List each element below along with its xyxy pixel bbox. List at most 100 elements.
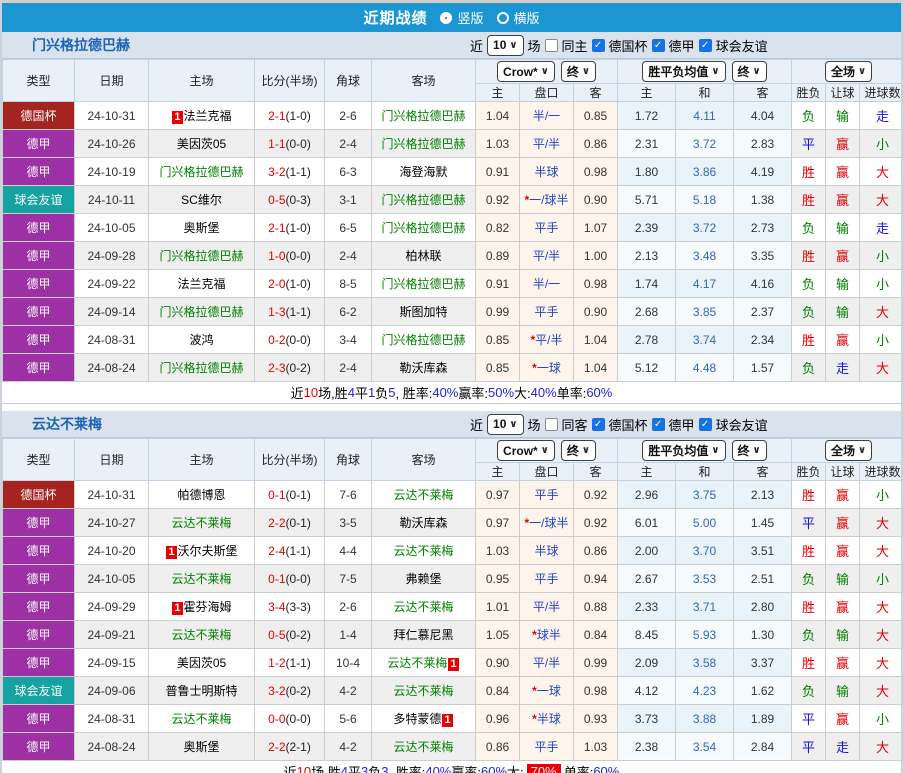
home-team[interactable]: 1 沃尔夫斯堡: [148, 536, 255, 565]
away-team-name[interactable]: 勒沃库森: [399, 361, 447, 375]
away-team-name[interactable]: 海登海默: [399, 165, 447, 179]
home-team[interactable]: 1 霍芬海姆: [148, 592, 255, 621]
away-team[interactable]: 门兴格拉德巴赫: [371, 213, 476, 242]
home-team-name[interactable]: 沃尔夫斯堡: [178, 544, 238, 558]
away-team-name[interactable]: 斯图加特: [399, 305, 447, 319]
home-team[interactable]: 门兴格拉德巴赫: [148, 157, 255, 186]
home-team-name[interactable]: 波鸿: [189, 333, 213, 347]
home-team[interactable]: 门兴格拉德巴赫: [148, 241, 255, 270]
home-team[interactable]: SC维尔: [148, 185, 255, 214]
odds-company-select[interactable]: Crow*: [497, 440, 555, 461]
home-team-name[interactable]: 法兰克福: [184, 109, 232, 123]
scope-select[interactable]: 全场: [824, 61, 873, 82]
league-checkbox-cup[interactable]: [591, 38, 605, 52]
home-team[interactable]: 门兴格拉德巴赫: [148, 297, 255, 326]
home-team-name[interactable]: 美因茨05: [177, 137, 226, 151]
away-team-name[interactable]: 云达不莱梅: [393, 488, 453, 502]
away-team[interactable]: 斯图加特: [371, 297, 476, 326]
league-label-friendly[interactable]: 球会友谊: [716, 415, 768, 434]
away-team-name[interactable]: 勒沃库森: [399, 516, 447, 530]
league-checkbox-cup[interactable]: [591, 417, 605, 431]
same-venue-checkbox[interactable]: [544, 417, 558, 431]
away-team[interactable]: 多特蒙德 1: [371, 704, 476, 733]
away-team[interactable]: 勒沃库森: [371, 353, 476, 382]
home-team-name[interactable]: 门兴格拉德巴赫: [159, 165, 243, 179]
home-team[interactable]: 云达不莱梅: [148, 564, 255, 593]
home-team[interactable]: 1 法兰克福: [148, 101, 255, 130]
away-team-name[interactable]: 云达不莱梅: [393, 600, 453, 614]
home-team-name[interactable]: 门兴格拉德巴赫: [159, 305, 243, 319]
league-label-cup[interactable]: 德国杯: [609, 36, 648, 55]
odds-final-select[interactable]: 终: [560, 440, 596, 461]
league-checkbox-bundesliga[interactable]: [651, 417, 665, 431]
horizontal-layout-label[interactable]: 横版: [514, 8, 540, 27]
away-team-name[interactable]: 门兴格拉德巴赫: [381, 333, 465, 347]
same-venue-checkbox[interactable]: [544, 38, 558, 52]
away-team-name[interactable]: 门兴格拉德巴赫: [381, 109, 465, 123]
away-team-name[interactable]: 门兴格拉德巴赫: [381, 137, 465, 151]
away-team-name[interactable]: 弗赖堡: [405, 572, 441, 586]
home-team-name[interactable]: 美因茨05: [177, 656, 226, 670]
home-team[interactable]: 云达不莱梅: [148, 704, 255, 733]
match-count-select[interactable]: 10: [487, 413, 524, 435]
home-team[interactable]: 奥斯堡: [148, 732, 255, 761]
wdl-final-select[interactable]: 终: [731, 61, 767, 82]
away-team-name[interactable]: 拜仁慕尼黑: [393, 628, 453, 642]
home-team[interactable]: 波鸿: [148, 325, 255, 354]
home-team-name[interactable]: 云达不莱梅: [171, 572, 231, 586]
away-team-name[interactable]: 云达不莱梅: [393, 740, 453, 754]
league-label-bundesliga[interactable]: 德甲: [669, 415, 695, 434]
same-venue-label[interactable]: 同客: [562, 415, 588, 434]
home-team-name[interactable]: 奥斯堡: [183, 740, 219, 754]
home-team[interactable]: 美因茨05: [148, 129, 255, 158]
away-team-name[interactable]: 多特蒙德: [393, 712, 441, 726]
away-team[interactable]: 云达不莱梅: [371, 732, 476, 761]
home-team-name[interactable]: 门兴格拉德巴赫: [159, 361, 243, 375]
away-team-name[interactable]: 云达不莱梅: [387, 656, 447, 670]
away-team-name[interactable]: 柏林联: [405, 249, 441, 263]
away-team[interactable]: 勒沃库森: [371, 508, 476, 537]
away-team[interactable]: 海登海默: [371, 157, 476, 186]
away-team[interactable]: 拜仁慕尼黑: [371, 620, 476, 649]
home-team-name[interactable]: SC维尔: [181, 193, 222, 207]
away-team[interactable]: 云达不莱梅: [371, 592, 476, 621]
league-label-bundesliga[interactable]: 德甲: [669, 36, 695, 55]
away-team[interactable]: 门兴格拉德巴赫: [371, 185, 476, 214]
wdl-avg-select[interactable]: 胜平负均值: [642, 440, 726, 461]
away-team[interactable]: 弗赖堡: [371, 564, 476, 593]
home-team[interactable]: 门兴格拉德巴赫: [148, 353, 255, 382]
match-count-select[interactable]: 10: [487, 34, 524, 56]
away-team[interactable]: 云达不莱梅: [371, 480, 476, 509]
away-team[interactable]: 门兴格拉德巴赫: [371, 269, 476, 298]
away-team-name[interactable]: 云达不莱梅: [393, 684, 453, 698]
odds-company-select[interactable]: Crow*: [497, 61, 555, 82]
league-label-friendly[interactable]: 球会友谊: [716, 36, 768, 55]
scope-select[interactable]: 全场: [824, 440, 873, 461]
league-checkbox-friendly[interactable]: [698, 417, 712, 431]
vertical-layout-radio[interactable]: [440, 11, 453, 24]
home-team[interactable]: 普鲁士明斯特: [148, 676, 255, 705]
home-team[interactable]: 奥斯堡: [148, 213, 255, 242]
home-team[interactable]: 法兰克福: [148, 269, 255, 298]
home-team[interactable]: 美因茨05: [148, 648, 255, 677]
home-team[interactable]: 云达不莱梅: [148, 508, 255, 537]
home-team-name[interactable]: 帕德博恩: [177, 488, 225, 502]
wdl-avg-select[interactable]: 胜平负均值: [642, 61, 726, 82]
home-team-name[interactable]: 霍芬海姆: [184, 600, 232, 614]
away-team[interactable]: 门兴格拉德巴赫: [371, 101, 476, 130]
wdl-final-select[interactable]: 终: [731, 440, 767, 461]
home-team-name[interactable]: 门兴格拉德巴赫: [159, 249, 243, 263]
odds-final-select[interactable]: 终: [560, 61, 596, 82]
away-team-name[interactable]: 门兴格拉德巴赫: [381, 221, 465, 235]
home-team-name[interactable]: 云达不莱梅: [171, 712, 231, 726]
away-team[interactable]: 门兴格拉德巴赫: [371, 325, 476, 354]
away-team-name[interactable]: 门兴格拉德巴赫: [381, 277, 465, 291]
away-team[interactable]: 门兴格拉德巴赫: [371, 129, 476, 158]
away-team[interactable]: 云达不莱梅: [371, 676, 476, 705]
league-checkbox-bundesliga[interactable]: [651, 38, 665, 52]
away-team[interactable]: 柏林联: [371, 241, 476, 270]
away-team[interactable]: 云达不莱梅 1: [371, 648, 476, 677]
home-team-name[interactable]: 奥斯堡: [183, 221, 219, 235]
home-team-name[interactable]: 普鲁士明斯特: [165, 684, 237, 698]
home-team[interactable]: 帕德博恩: [148, 480, 255, 509]
